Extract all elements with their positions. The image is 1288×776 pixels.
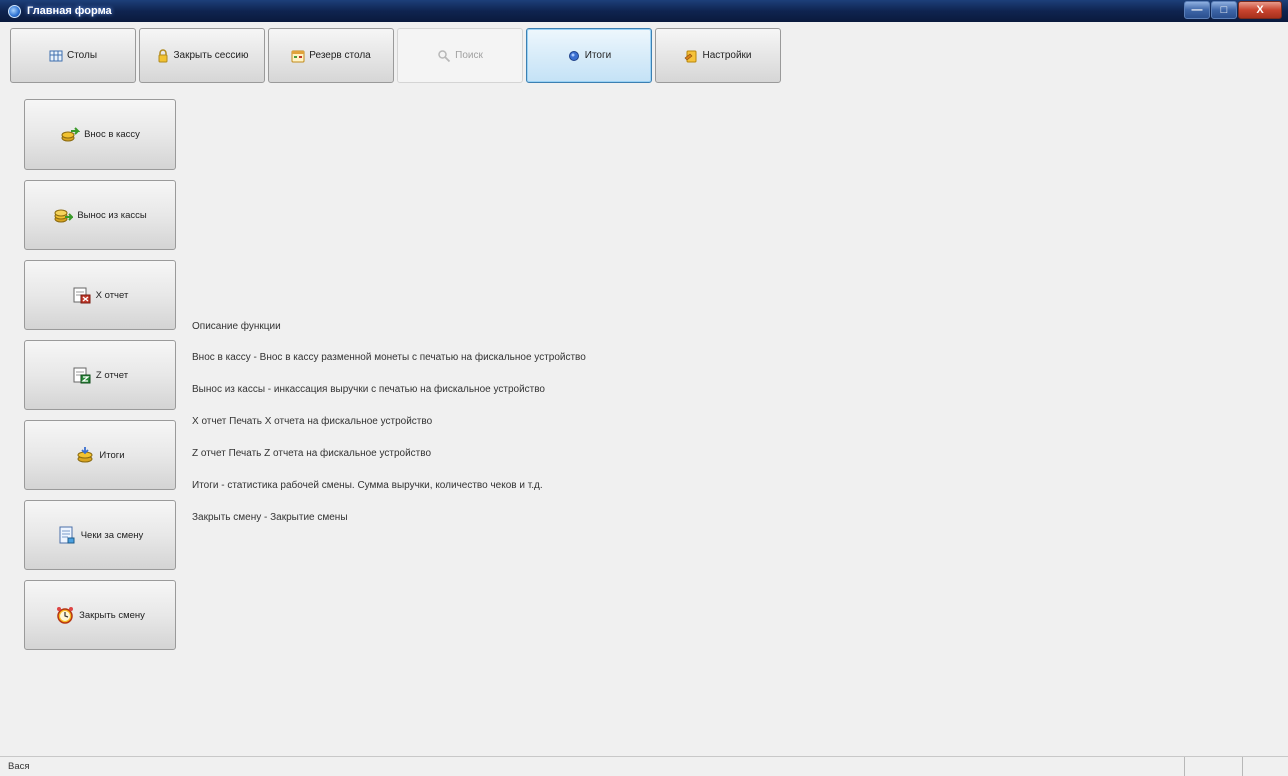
close-session-button-label: Закрыть сессию	[173, 50, 249, 61]
close-button[interactable]: X	[1238, 1, 1282, 19]
window-controls: — □ X	[1183, 1, 1282, 19]
description-line: Z отчет Печать Z отчета на фискальное ус…	[192, 448, 432, 459]
settings-icon	[685, 50, 697, 62]
shift-receipts-button[interactable]: Чеки за смену	[24, 500, 176, 570]
totals-side-button[interactable]: Итоги	[24, 420, 176, 490]
totals-button-label: Итоги	[584, 50, 612, 61]
side-menu: Внос в кассу Вынос из кассы X отчет Z от…	[24, 99, 176, 660]
status-panel	[1242, 756, 1288, 776]
description-line: Вынос из кассы - инкассация выручки с пе…	[192, 384, 545, 395]
z-report-icon	[73, 367, 91, 384]
x-report-icon	[73, 287, 91, 304]
status-user: Вася	[8, 761, 30, 772]
totals-side-label: Итоги	[99, 449, 125, 461]
close-shift-label: Закрыть смену	[79, 609, 145, 621]
reserve-icon	[291, 50, 305, 62]
top-toolbar: Столы Закрыть сессию Резерв стола Поиск …	[10, 28, 784, 83]
search-button-label: Поиск	[455, 50, 483, 61]
minimize-button[interactable]: —	[1184, 1, 1210, 19]
cash-out-button[interactable]: Вынос из кассы	[24, 180, 176, 250]
title-bar: Главная форма — □ X	[0, 0, 1288, 22]
cash-in-button[interactable]: Внос в кассу	[24, 99, 176, 170]
cash-out-label: Вынос из кассы	[77, 209, 147, 221]
totals-coins-icon	[77, 447, 93, 463]
reserve-table-button[interactable]: Резерв стола	[268, 28, 394, 83]
app-icon	[8, 4, 21, 18]
status-bar: Вася	[0, 756, 1288, 776]
cash-out-icon	[54, 209, 74, 223]
tables-button[interactable]: Столы	[10, 28, 136, 83]
description-line: X отчет Печать X отчета на фискальное ус…	[192, 416, 433, 427]
maximize-button[interactable]: □	[1211, 1, 1237, 19]
close-session-button[interactable]: Закрыть сессию	[139, 28, 265, 83]
x-report-label: X отчет	[95, 289, 129, 301]
close-shift-button[interactable]: Закрыть смену	[24, 580, 176, 650]
settings-button-label: Настройки	[702, 50, 752, 61]
search-icon	[438, 49, 451, 62]
lock-icon	[158, 48, 168, 62]
totals-button[interactable]: Итоги	[526, 28, 652, 83]
totals-icon	[568, 50, 579, 61]
cash-in-label: Внос в кассу	[84, 129, 140, 140]
x-report-button[interactable]: X отчет	[24, 260, 176, 330]
tables-button-label: Столы	[66, 50, 98, 61]
z-report-label: Z отчет	[95, 369, 129, 381]
cash-in-icon	[61, 126, 81, 141]
settings-button[interactable]: Настройки	[655, 28, 781, 83]
reserve-table-button-label: Резерв стола	[309, 50, 371, 61]
z-report-button[interactable]: Z отчет	[24, 340, 176, 410]
description-line: Итоги - статистика рабочей смены. Сумма …	[192, 480, 543, 491]
description-line: Закрыть смену - Закрытие смены	[192, 512, 348, 523]
shift-receipts-label: Чеки за смену	[80, 529, 144, 541]
tables-icon	[49, 50, 63, 61]
receipts-icon	[59, 526, 75, 544]
function-description: Описание функции Внос в кассу - Внос в к…	[192, 320, 586, 543]
status-panel	[1184, 756, 1242, 776]
description-title: Описание функции	[192, 321, 281, 332]
description-line: Внос в кассу - Внос в кассу разменной мо…	[192, 352, 586, 363]
alarm-clock-icon	[57, 607, 74, 624]
search-button[interactable]: Поиск	[397, 28, 523, 83]
window-title: Главная форма	[27, 5, 112, 17]
